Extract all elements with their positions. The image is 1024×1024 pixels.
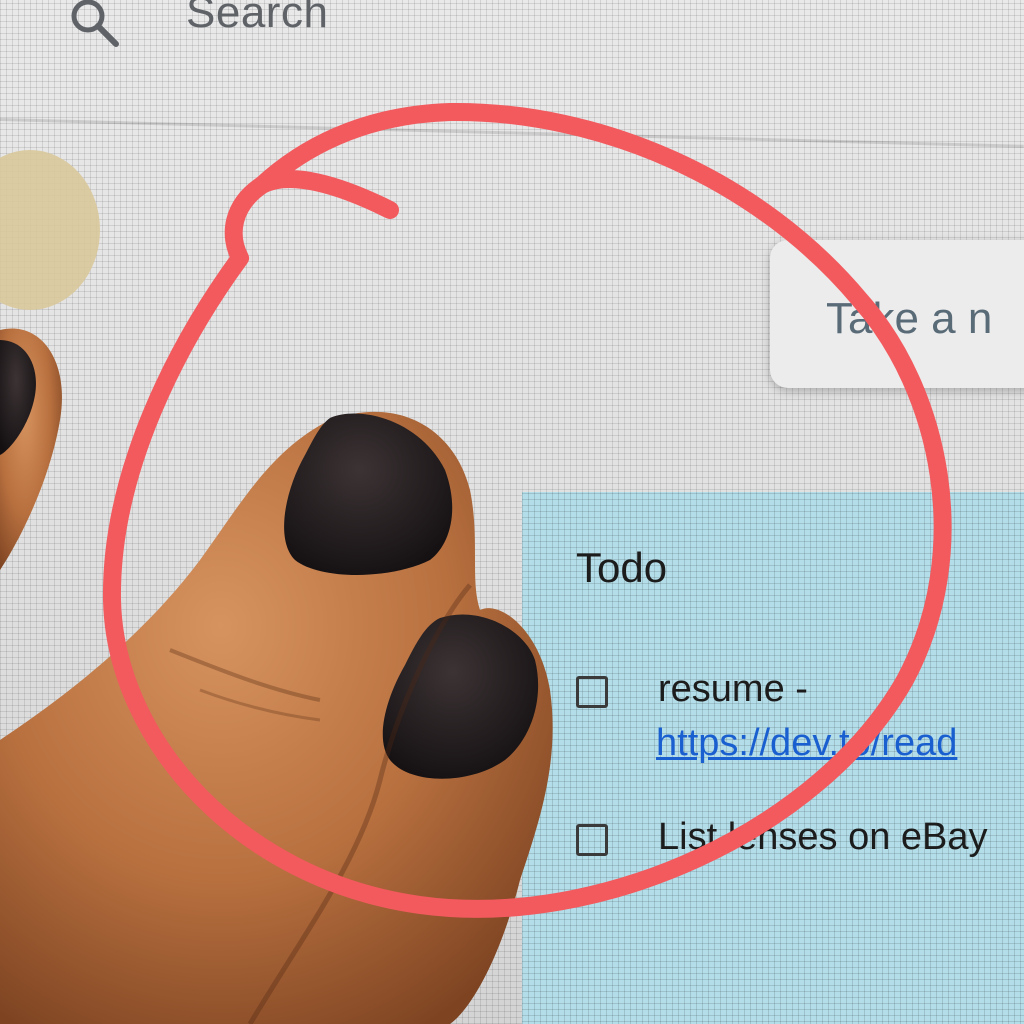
photo-overlay bbox=[0, 102, 952, 1024]
